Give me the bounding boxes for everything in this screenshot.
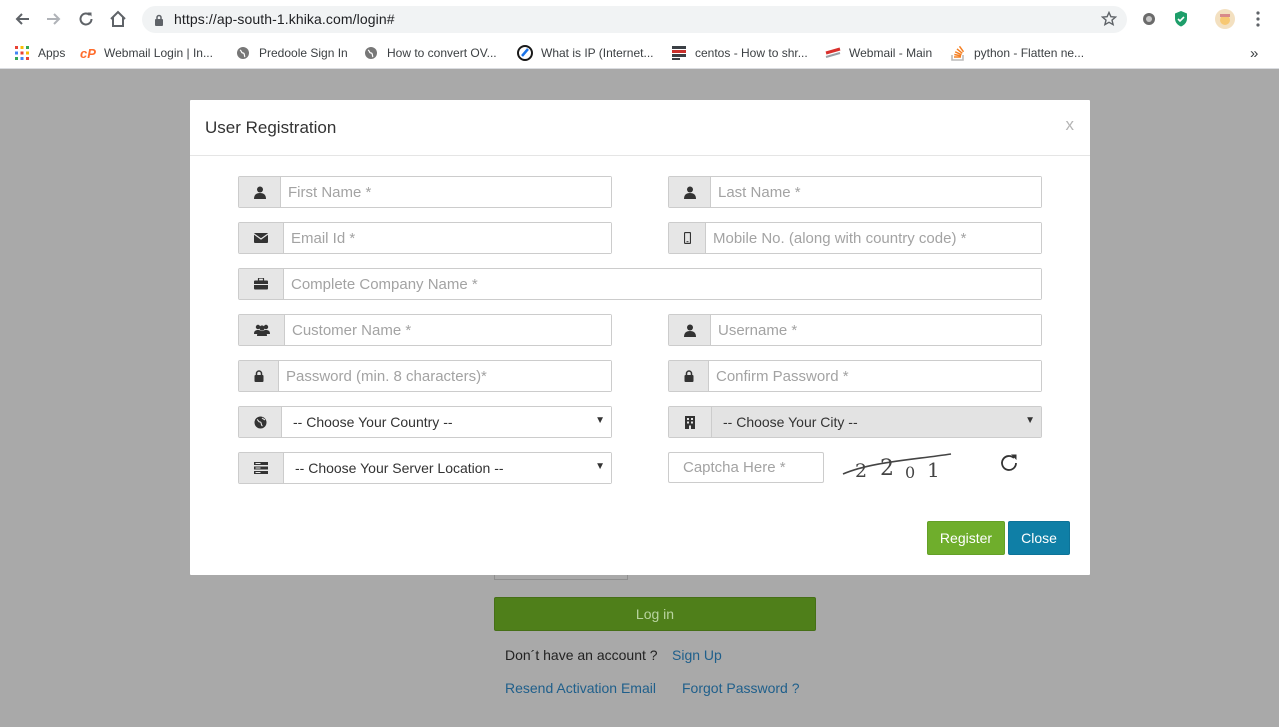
captcha-image: 2 2 0 1: [841, 448, 955, 484]
captcha-char: 1: [927, 458, 940, 482]
bookmark-label: python - Flatten ne...: [974, 46, 1085, 60]
city-select-value: -- Choose Your City --: [723, 414, 858, 430]
captcha-input[interactable]: [668, 452, 824, 483]
bookmark-label: How to convert OV...: [387, 46, 497, 60]
avatar[interactable]: [1215, 9, 1235, 29]
country-select[interactable]: -- Choose Your Country -- ▼: [282, 407, 611, 437]
close-button[interactable]: Close: [1008, 521, 1070, 555]
customer-name-input[interactable]: [285, 315, 611, 345]
reload-icon[interactable]: [74, 7, 98, 31]
company-group: [238, 268, 1042, 300]
confirm-password-group: [668, 360, 1042, 392]
login-button[interactable]: Log in: [494, 597, 816, 631]
country-group: -- Choose Your Country -- ▼: [238, 406, 612, 438]
last-name-group: [668, 176, 1042, 208]
registration-modal: User Registration x First Name * Last Na…: [190, 100, 1090, 575]
bookmark-predoole[interactable]: Predoole Sign In: [235, 43, 348, 63]
menu-kebab-icon[interactable]: [1248, 9, 1268, 29]
server-icon: [239, 453, 284, 483]
globe-icon: [239, 407, 282, 437]
modal-title: User Registration: [205, 118, 337, 137]
dropdown-caret-icon: ▼: [595, 461, 605, 472]
briefcase-icon: [239, 269, 284, 299]
lock-icon: [239, 361, 279, 391]
user-icon: [669, 315, 711, 345]
globe-icon: [235, 45, 251, 61]
first-name-input[interactable]: [281, 177, 611, 207]
mobile-field[interactable]: [706, 223, 1041, 253]
site-logo-icon: [517, 45, 533, 61]
bookmark-what-is-ip[interactable]: What is IP (Internet...: [517, 43, 654, 63]
resend-activation-link[interactable]: Resend Activation Email: [505, 680, 656, 696]
extension-circle-icon[interactable]: [1139, 9, 1159, 29]
users-group-icon: [239, 315, 285, 345]
server-select-value: -- Choose Your Server Location --: [295, 460, 504, 476]
city-select[interactable]: -- Choose Your City -- ▼: [712, 407, 1041, 437]
bookmark-label: centos - How to shr...: [695, 46, 808, 60]
envelope-icon: [239, 223, 284, 253]
user-icon: [239, 177, 281, 207]
lock-icon: [154, 13, 164, 31]
apps-grid-icon: [14, 45, 30, 61]
username-input[interactable]: [711, 315, 1041, 345]
server-location-group: -- Choose Your Server Location -- ▼: [238, 452, 612, 484]
back-arrow-icon[interactable]: [10, 7, 34, 31]
more-bookmarks-chevron-icon[interactable]: »: [1250, 43, 1258, 63]
user-icon: [669, 177, 711, 207]
username-group: [668, 314, 1042, 346]
bookmark-webmail-login[interactable]: cP Webmail Login | In...: [80, 43, 213, 63]
bookmark-label: What is IP (Internet...: [541, 46, 654, 60]
refresh-captcha-icon[interactable]: [998, 452, 1022, 476]
globe-icon: [363, 45, 379, 61]
captcha-char: 0: [905, 463, 915, 482]
confirm-password-input[interactable]: [709, 361, 1041, 391]
register-button[interactable]: Register: [927, 521, 1005, 555]
dropdown-caret-icon: ▼: [1025, 415, 1035, 426]
dropdown-caret-icon: ▼: [595, 415, 605, 426]
bookmark-python-flatten[interactable]: python - Flatten ne...: [950, 43, 1084, 63]
bookmarks-bar: Apps cP Webmail Login | In... Predoole S…: [0, 38, 1279, 69]
bookmark-apps[interactable]: Apps: [14, 43, 65, 63]
bookmark-label: Predoole Sign In: [259, 46, 348, 60]
email-group: [238, 222, 612, 254]
address-bar[interactable]: https://ap-south-1.khika.com/login#: [142, 6, 1127, 33]
url-text: https://ap-south-1.khika.com/login#: [174, 11, 395, 27]
star-icon[interactable]: [1100, 10, 1118, 32]
stackexchange-icon: [671, 45, 687, 61]
bookmark-label: Apps: [38, 46, 66, 60]
city-group: -- Choose Your City -- ▼: [668, 406, 1042, 438]
customer-group: [238, 314, 612, 346]
bookmark-webmail-main[interactable]: Webmail - Main: [825, 43, 932, 63]
first-name-group: [238, 176, 612, 208]
sign-up-link[interactable]: Sign Up: [672, 647, 722, 663]
webmail-icon: [825, 45, 841, 61]
captcha-char: 2: [855, 460, 867, 482]
company-name-input[interactable]: [284, 269, 1041, 299]
building-icon: [669, 407, 712, 437]
stackoverflow-icon: [950, 45, 966, 61]
cpanel-icon: cP: [80, 45, 96, 61]
lock-icon: [669, 361, 709, 391]
forward-arrow-icon[interactable]: [42, 7, 66, 31]
server-location-select[interactable]: -- Choose Your Server Location -- ▼: [284, 453, 611, 483]
email-field[interactable]: [284, 223, 611, 253]
password-input[interactable]: [279, 361, 611, 391]
browser-toolbar: https://ap-south-1.khika.com/login#: [0, 0, 1279, 38]
bookmark-convert-ov[interactable]: How to convert OV...: [363, 43, 497, 63]
no-account-text: Don´t have an account ?: [505, 647, 658, 663]
home-icon[interactable]: [106, 7, 130, 31]
captcha-char: 2: [880, 456, 894, 481]
password-group: [238, 360, 612, 392]
bookmark-label: Webmail - Main: [849, 46, 933, 60]
mobile-group: [668, 222, 1042, 254]
shield-extension-icon[interactable]: [1171, 9, 1191, 29]
modal-header: User Registration x: [190, 100, 1090, 156]
modal-close-x[interactable]: x: [1066, 115, 1075, 135]
last-name-input[interactable]: [711, 177, 1041, 207]
mobile-phone-icon: [669, 223, 706, 253]
country-select-value: -- Choose Your Country --: [293, 414, 453, 430]
bookmark-centos[interactable]: centos - How to shr...: [671, 43, 808, 63]
forgot-password-link[interactable]: Forgot Password ?: [682, 680, 800, 696]
bookmark-label: Webmail Login | In...: [104, 46, 213, 60]
